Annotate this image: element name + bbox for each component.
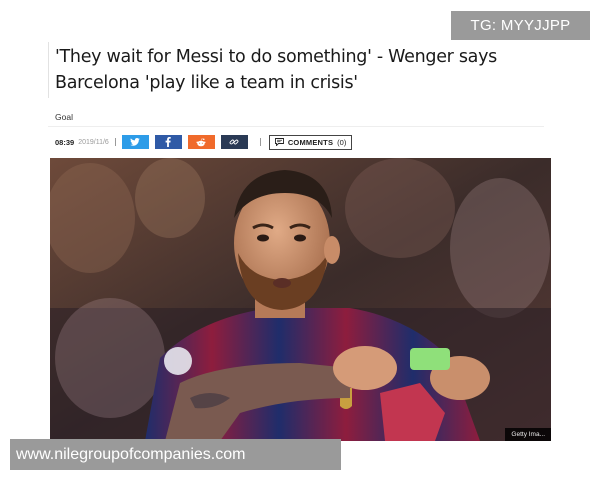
comments-label: COMMENTS	[287, 137, 334, 147]
article-meta-bar: 08:39 2019/11/6 COMMENTS (0)	[55, 134, 353, 150]
share-facebook-button[interactable]	[154, 135, 182, 149]
link-chain-icon	[229, 139, 239, 145]
photo-illustration	[50, 158, 551, 441]
article-source[interactable]: Goal	[55, 112, 73, 122]
divider	[48, 42, 49, 98]
comment-bubble-icon	[274, 138, 284, 146]
watermark-bottom: www.nilegroupofcompanies.com	[10, 439, 341, 470]
article-headline[interactable]: 'They wait for Messi to do something' - …	[55, 44, 545, 96]
divider	[259, 138, 261, 146]
comments-count: (0)	[337, 137, 347, 147]
article-date: 2019/11/6	[78, 138, 109, 146]
watermark-top: TG: MYYJJPP	[451, 11, 590, 40]
twitter-bird-icon	[130, 138, 141, 146]
reddit-alien-icon	[196, 137, 206, 146]
share-link-button[interactable]	[220, 135, 248, 149]
comments-button[interactable]: COMMENTS (0)	[268, 134, 353, 150]
article-time: 08:39	[55, 137, 75, 147]
photo-credit: Getty Ima...	[505, 428, 551, 441]
share-reddit-button[interactable]	[187, 135, 215, 149]
article-photo[interactable]: Getty Ima...	[50, 158, 551, 441]
facebook-f-icon	[165, 137, 172, 147]
divider	[114, 138, 116, 146]
article: 'They wait for Messi to do something' - …	[48, 36, 553, 448]
share-twitter-button[interactable]	[121, 135, 149, 149]
divider	[48, 126, 544, 127]
